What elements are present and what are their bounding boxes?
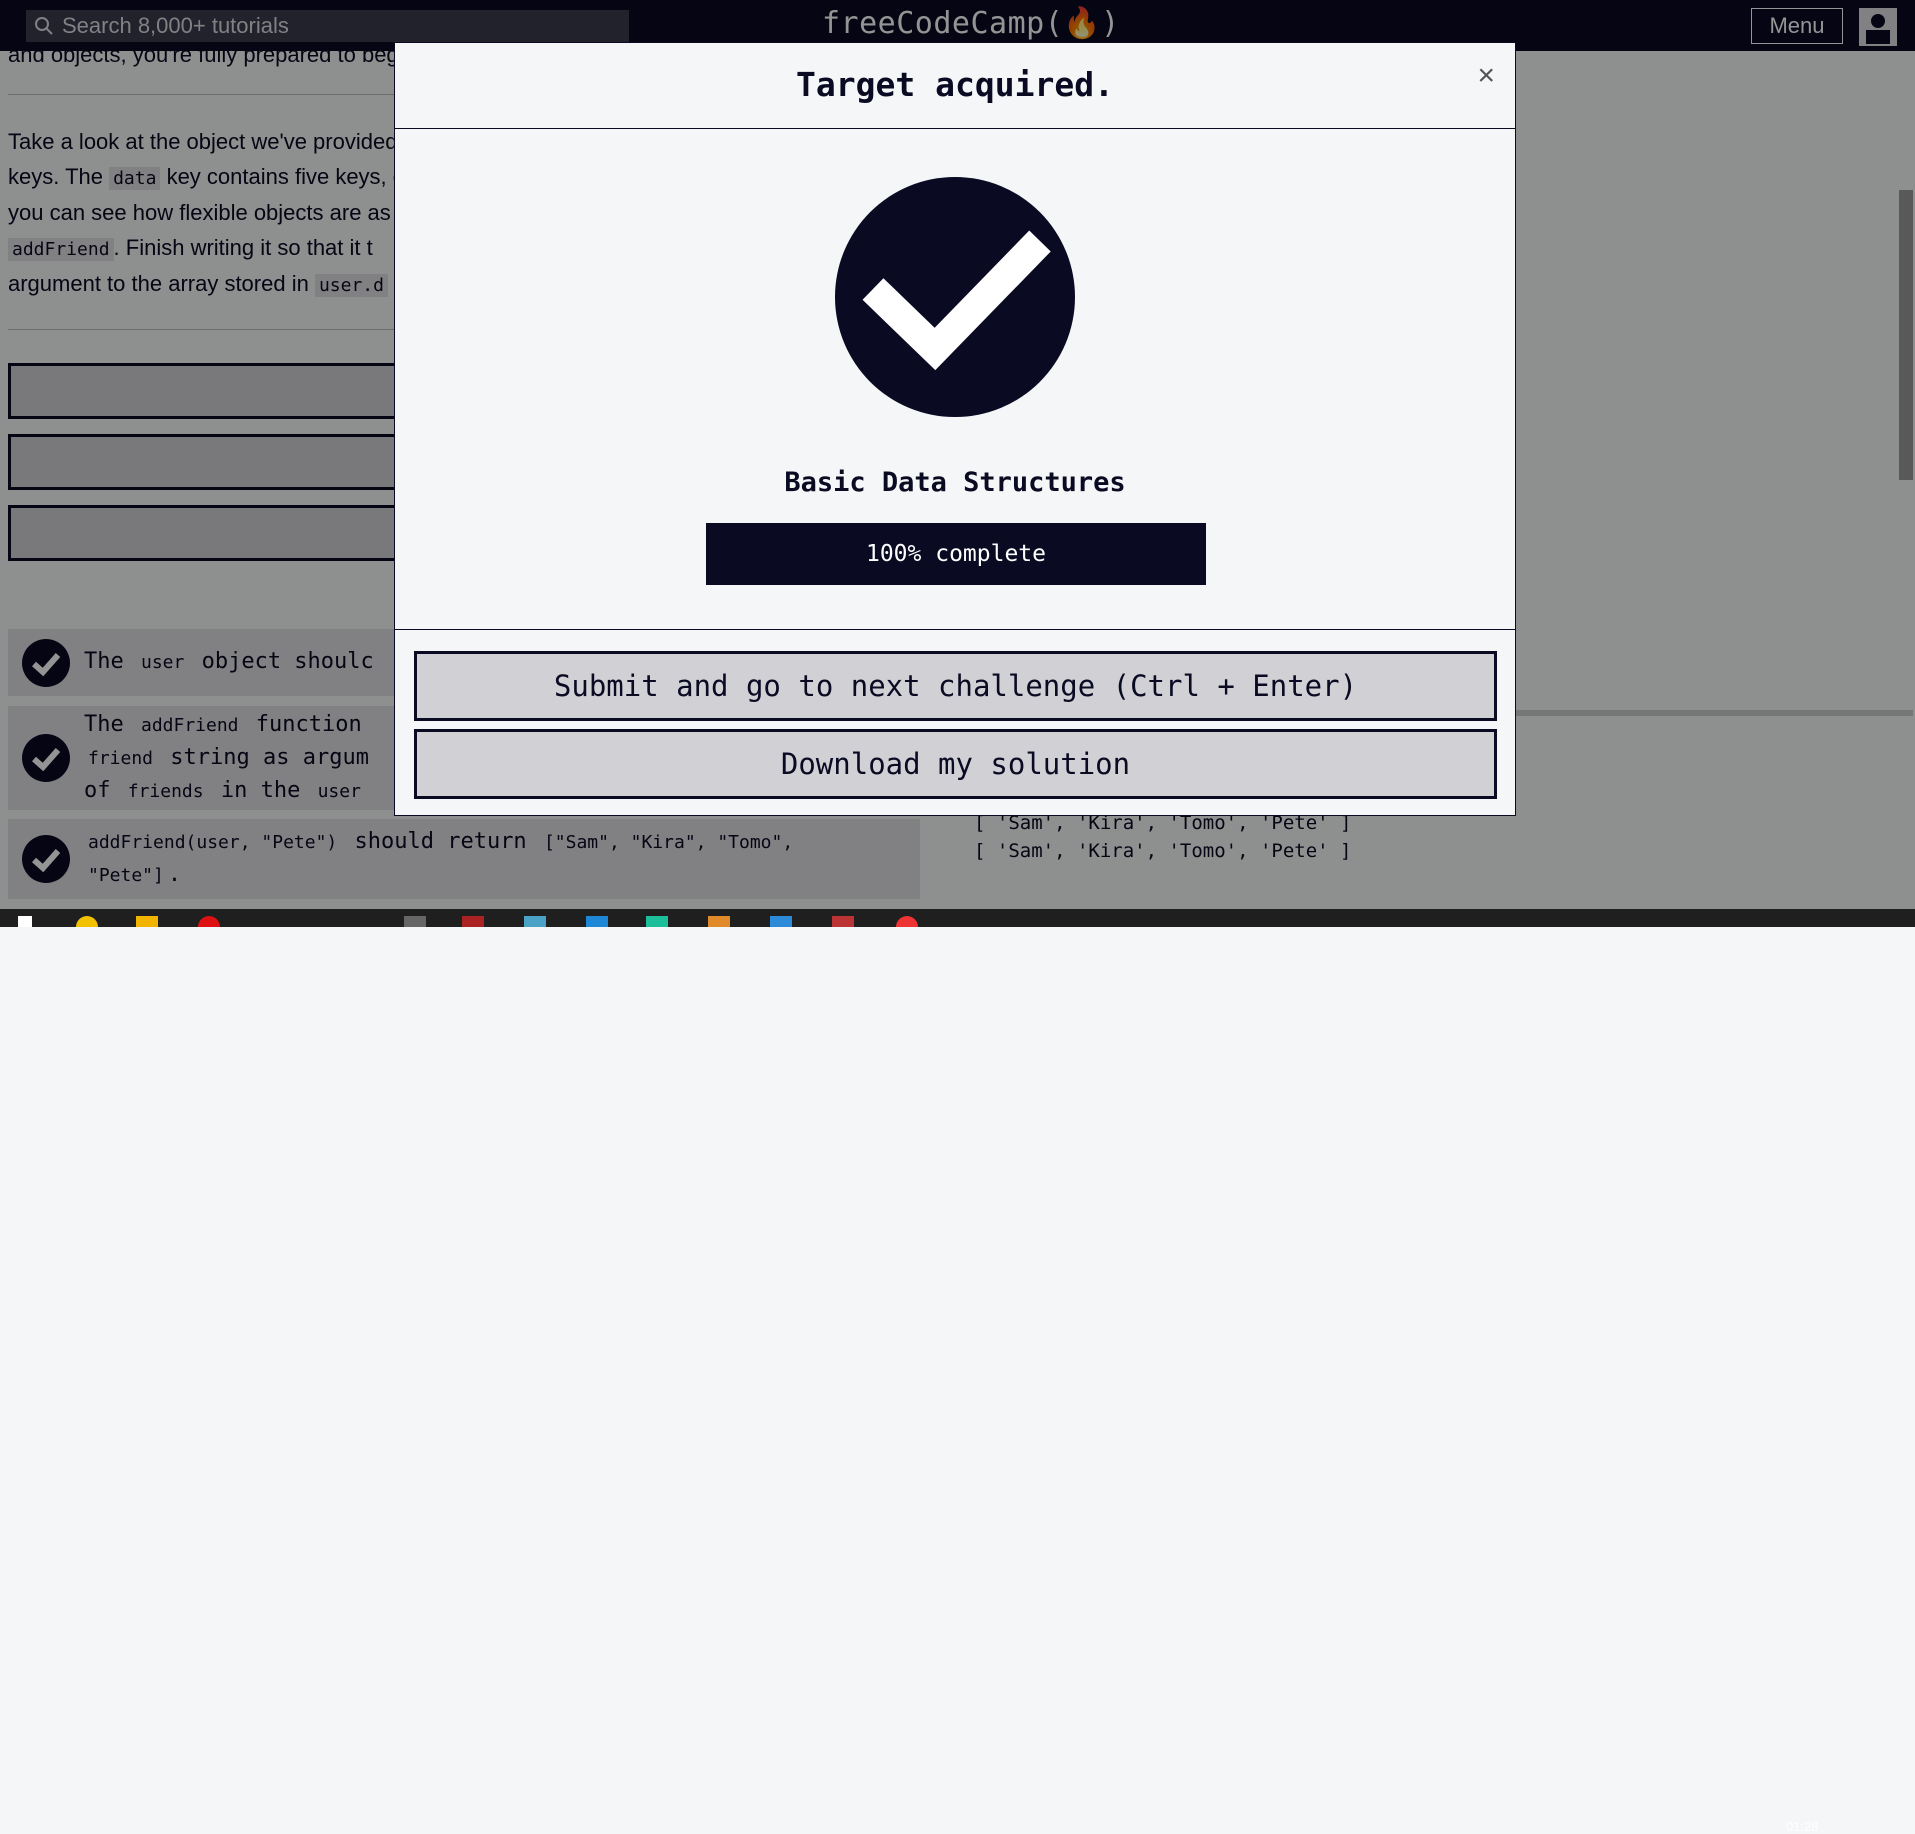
taskbar: 01:28 [0,909,1915,1834]
completion-modal: Target acquired. × Basic Data Structures… [394,42,1516,816]
windows-start-icon[interactable] [18,916,32,927]
app-icon[interactable] [524,916,546,927]
divider [395,128,1515,129]
submit-next-button[interactable]: Submit and go to next challenge (Ctrl + … [414,651,1497,721]
app-icon[interactable] [404,916,426,927]
progress-bar: 100% complete [706,523,1206,585]
block-name: Basic Data Structures [784,467,1126,498]
app-icon[interactable] [586,916,608,927]
app-icon[interactable] [708,916,730,927]
folder-icon[interactable] [136,916,158,927]
app-icon[interactable] [832,916,854,927]
app-icon[interactable] [462,916,484,927]
divider [395,629,1515,630]
modal-title: Target acquired. [796,65,1114,104]
app-icon[interactable] [646,916,668,927]
close-icon[interactable]: × [1477,59,1495,93]
vscode-icon[interactable] [770,916,792,927]
progress-label: 100% complete [865,541,1046,567]
check-circle-icon [835,177,1075,417]
clock: 01:28 [1786,1819,1819,1834]
download-solution-button[interactable]: Download my solution [414,729,1497,799]
